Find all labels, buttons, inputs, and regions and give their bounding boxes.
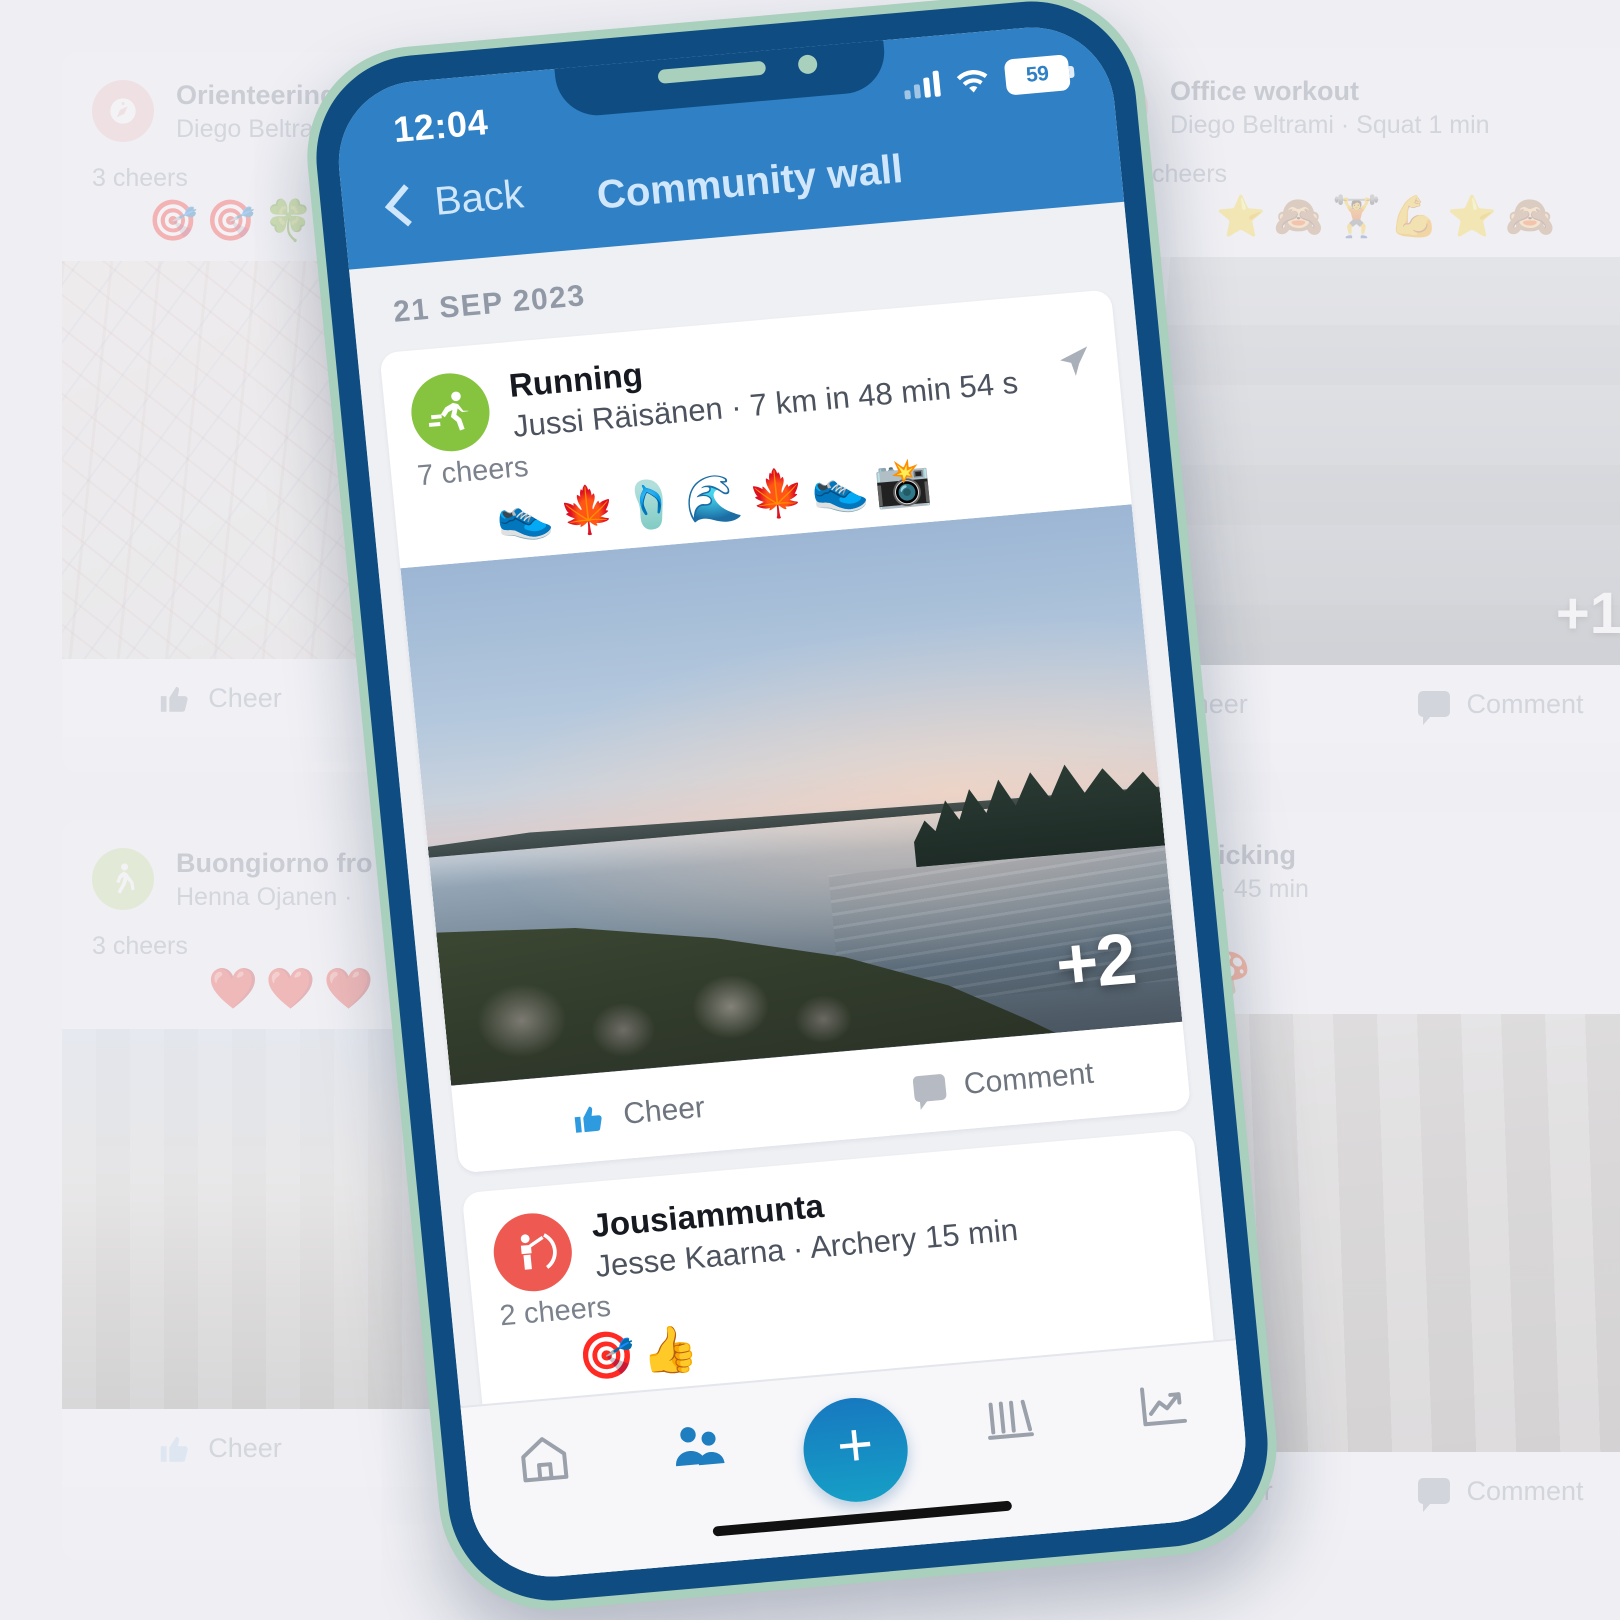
- post-card-running[interactable]: Running Jussi Räisänen · 7 km in 48 min …: [379, 289, 1191, 1173]
- thumbs-up-icon: [158, 1432, 192, 1464]
- thumbs-up-icon: [570, 1100, 607, 1135]
- tab-stats[interactable]: [1081, 1340, 1244, 1439]
- background-comment-label: Comment: [1466, 688, 1584, 719]
- photo-count-badge: +1: [1555, 581, 1620, 647]
- background-card-subtitle: Henna Ojanen ·: [176, 883, 353, 912]
- post-photo[interactable]: +2: [400, 503, 1183, 1086]
- archery-icon: [490, 1209, 576, 1295]
- trend-chart-icon: [1133, 1375, 1194, 1436]
- home-icon: [513, 1429, 574, 1490]
- background-cheer-label: Cheer: [208, 682, 282, 713]
- comment-button[interactable]: Comment: [819, 1048, 1188, 1114]
- earpiece-speaker: [657, 60, 767, 84]
- diary-icon: [978, 1388, 1039, 1449]
- notch: [552, 20, 889, 119]
- comment-bubble-icon: [912, 1073, 948, 1102]
- cellular-signal-icon: [903, 70, 941, 100]
- background-comment-label: Comment: [1466, 1475, 1584, 1506]
- background-cheer-button[interactable]: Cheer: [72, 1432, 368, 1464]
- page-title: Community wall: [594, 147, 905, 218]
- phone-frame: 12:04 59 Back Community wall 21 SEP 2023…: [296, 0, 1288, 1619]
- front-camera-icon: [797, 54, 819, 75]
- background-cheer-button[interactable]: Cheer: [72, 682, 368, 714]
- comment-label: Comment: [962, 1056, 1096, 1101]
- back-label: Back: [432, 172, 526, 224]
- background-card-title: Buongiorno fro: [176, 848, 373, 878]
- people-icon: [668, 1415, 729, 1476]
- back-button[interactable]: Back: [384, 172, 526, 228]
- phone-mockup: 12:04 59 Back Community wall 21 SEP 2023…: [296, 0, 1288, 1619]
- photo-treeline: [905, 732, 1165, 868]
- battery-icon: 59: [1003, 54, 1071, 96]
- walking-icon: [92, 848, 154, 910]
- wifi-icon: [952, 63, 993, 98]
- compass-icon: [92, 80, 154, 142]
- chevron-left-icon: [384, 183, 428, 227]
- background-card-title: Office workout: [1170, 76, 1360, 106]
- comment-bubble-icon: [1418, 691, 1451, 726]
- battery-level: 59: [1024, 61, 1050, 87]
- tab-community[interactable]: [616, 1381, 779, 1480]
- background-card-subtitle: Diego Beltrami · Squat 1 min: [1170, 111, 1490, 140]
- tab-home[interactable]: [461, 1395, 624, 1494]
- status-indicators: 59: [902, 54, 1071, 104]
- tab-add[interactable]: +: [771, 1367, 939, 1508]
- running-icon: [407, 370, 494, 455]
- send-icon[interactable]: [1056, 343, 1094, 385]
- comment-bubble-icon: [1418, 1478, 1451, 1513]
- plus-icon[interactable]: +: [798, 1393, 913, 1507]
- status-time: 12:04: [391, 101, 490, 151]
- phone-screen: 12:04 59 Back Community wall 21 SEP 2023…: [331, 20, 1253, 1584]
- phone-bezel: 12:04 59 Back Community wall 21 SEP 2023…: [306, 0, 1278, 1610]
- background-comment-button[interactable]: Comment: [1356, 1475, 1620, 1513]
- thumbs-up-icon: [158, 682, 192, 714]
- cheer-label: Cheer: [621, 1090, 707, 1131]
- background-comment-button[interactable]: Comment: [1356, 688, 1620, 726]
- photo-count-badge: +2: [1052, 918, 1138, 1005]
- cheer-button[interactable]: Cheer: [454, 1080, 823, 1146]
- tab-diary[interactable]: [926, 1354, 1089, 1453]
- background-cheer-label: Cheer: [208, 1432, 282, 1463]
